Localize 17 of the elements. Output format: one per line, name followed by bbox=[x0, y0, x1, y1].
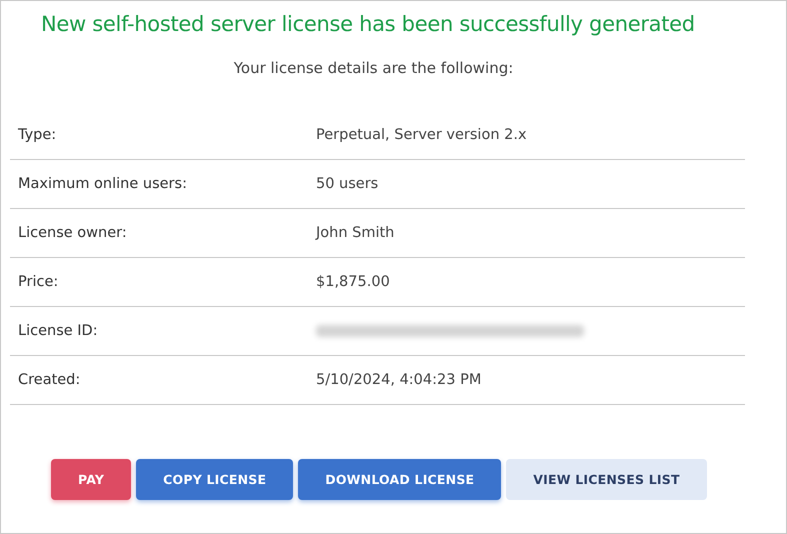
detail-label: Maximum online users: bbox=[17, 176, 188, 192]
subtitle: Your license details are the following: bbox=[232, 58, 514, 78]
detail-label: License owner: bbox=[17, 225, 128, 241]
detail-label: Price: bbox=[17, 274, 60, 290]
success-heading: New self-hosted server license has been successfully generated bbox=[40, 11, 696, 38]
action-button[interactable]: COPY LICENSE bbox=[136, 459, 294, 500]
detail-label: Created: bbox=[17, 372, 82, 388]
action-button[interactable]: PAY bbox=[51, 459, 132, 500]
detail-value: 50 users bbox=[316, 176, 378, 192]
detail-value: Perpetual, Server version 2.x bbox=[316, 127, 527, 143]
detail-label: Type: bbox=[17, 127, 58, 143]
detail-value: $1,875.00 bbox=[316, 274, 390, 290]
action-button[interactable]: VIEW LICENSES LIST bbox=[506, 459, 707, 500]
detail-value: John Smith bbox=[316, 225, 394, 241]
action-button[interactable]: DOWNLOAD LICENSE bbox=[298, 459, 502, 500]
detail-value: 5/10/2024, 4:04:23 PM bbox=[316, 372, 482, 388]
detail-label: License ID: bbox=[17, 323, 99, 339]
